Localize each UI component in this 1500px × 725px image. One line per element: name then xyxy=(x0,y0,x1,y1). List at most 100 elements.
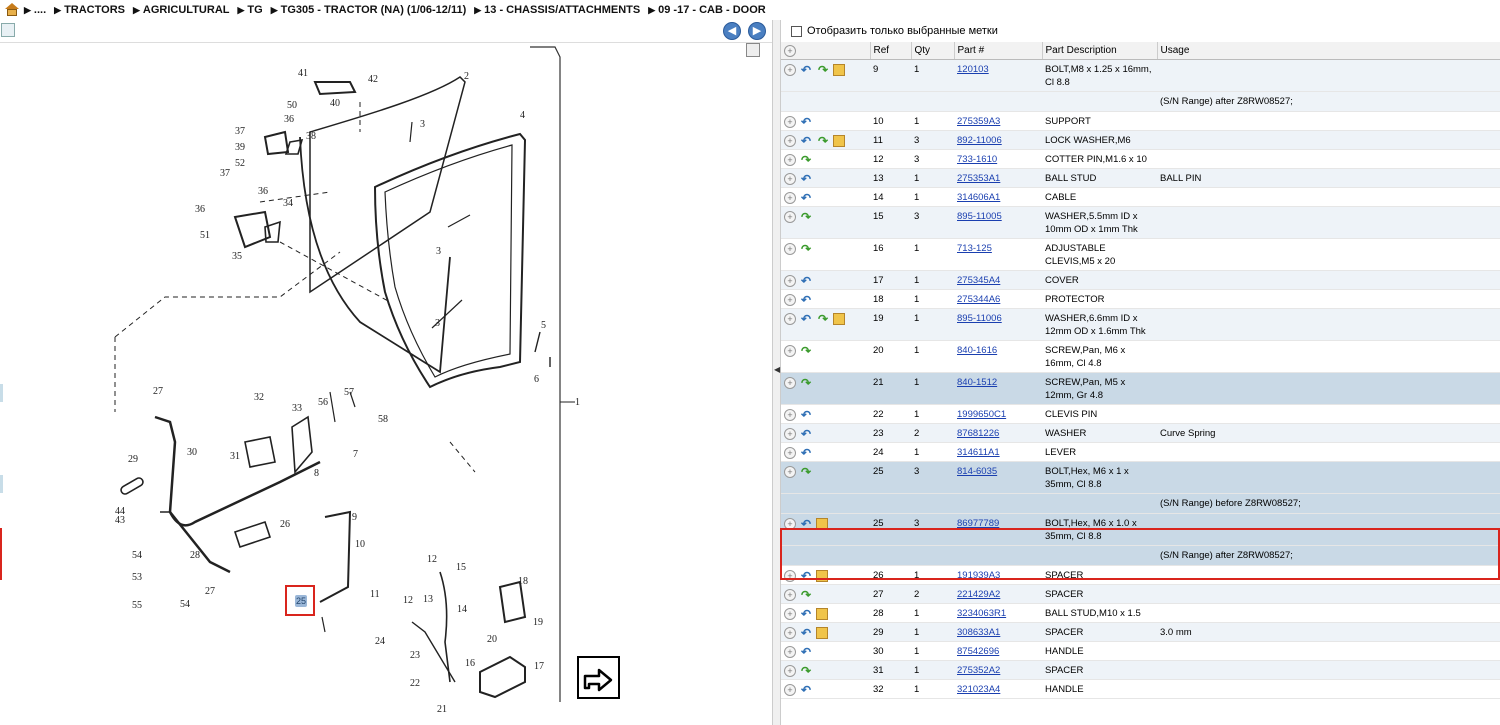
part-number-link[interactable]: 895-11005 xyxy=(957,211,1002,222)
expand-icon[interactable]: + xyxy=(784,64,796,76)
part-number-link[interactable]: 221429A2 xyxy=(957,589,1000,600)
part-number-link[interactable]: 275345A4 xyxy=(957,275,1000,286)
part-number-link[interactable]: 713-125 xyxy=(957,243,992,254)
return-arrow-icon[interactable]: ↶ xyxy=(799,518,813,530)
header-expand[interactable]: + xyxy=(781,42,871,60)
table-row[interactable]: + ↷ 16 1 713-125 ADJUSTABLE CLEVIS,M5 x 20 xyxy=(781,238,1500,271)
table-row[interactable]: + ↶ 23 2 87681226 WASHER Curve Spring xyxy=(781,423,1500,443)
expand-icon[interactable]: + xyxy=(784,518,796,530)
breadcrumb-label[interactable]: .... xyxy=(34,4,46,16)
table-row[interactable]: + ↶ 18 1 275344A6 PROTECTOR xyxy=(781,289,1500,309)
expand-icon[interactable]: + xyxy=(784,294,796,306)
table-row[interactable]: + ↷ 27 2 221429A2 SPACER xyxy=(781,584,1500,604)
return-arrow-icon[interactable]: ↶ xyxy=(799,570,813,582)
return-arrow-icon[interactable]: ↶ xyxy=(799,313,813,325)
part-number-link[interactable]: 840-1616 xyxy=(957,345,997,356)
part-number-link[interactable]: 86977789 xyxy=(957,518,999,529)
forward-arrow-icon[interactable]: ↷ xyxy=(799,377,813,389)
expand-icon[interactable]: + xyxy=(784,589,796,601)
part-number-link[interactable]: 275344A6 xyxy=(957,294,1000,305)
table-row[interactable]: + ↶ 14 1 314606A1 CABLE xyxy=(781,187,1500,207)
table-row[interactable]: + ↷ 21 1 840-1512 SCREW,Pan, M5 x 12mm, Gr 4.… xyxy=(781,372,1500,405)
expand-icon[interactable]: + xyxy=(784,608,796,620)
expand-icon[interactable]: + xyxy=(784,173,796,185)
package-icon[interactable] xyxy=(833,64,845,76)
previous-button[interactable]: ◀ xyxy=(723,22,741,40)
return-arrow-icon[interactable]: ↶ xyxy=(799,64,813,76)
expand-icon[interactable]: + xyxy=(784,116,796,128)
part-number-link[interactable]: 814-6035 xyxy=(957,466,997,477)
breadcrumb-item[interactable]: ▶ AGRICULTURAL xyxy=(133,4,229,16)
breadcrumb-label[interactable]: TG305 - TRACTOR (NA) (1/06-12/11) xyxy=(281,4,467,16)
expand-icon[interactable]: + xyxy=(784,627,796,639)
next-button[interactable]: ▶ xyxy=(748,22,766,40)
table-row[interactable]: + ↷ 12 3 733-1610 COTTER PIN,M1.6 x 10 xyxy=(781,149,1500,169)
expand-icon[interactable]: + xyxy=(784,243,796,255)
part-number-link[interactable]: 840-1512 xyxy=(957,377,997,388)
expand-icon[interactable]: + xyxy=(784,646,796,658)
part-number-link[interactable]: 120103 xyxy=(957,64,989,75)
exploded-parts-diagram[interactable]: 414240 50236 37 3839 5234 373636 345135 3… xyxy=(30,42,730,725)
export-icon[interactable] xyxy=(1,23,15,37)
header-part-number[interactable]: Part # xyxy=(954,42,1043,60)
part-number-link[interactable]: 733-1610 xyxy=(957,154,997,165)
expand-icon[interactable]: + xyxy=(784,377,796,389)
exit-arrow-icon[interactable] xyxy=(577,656,620,699)
part-number-link[interactable]: 87681226 xyxy=(957,428,999,439)
part-number-link[interactable]: 191939A3 xyxy=(957,570,1000,581)
return-arrow-icon[interactable]: ↶ xyxy=(799,192,813,204)
expand-icon[interactable]: + xyxy=(784,428,796,440)
table-row[interactable]: + ↶ 25 3 86977789 BOLT,Hex, M6 x 1.0 x 35mm, … xyxy=(781,513,1500,546)
breadcrumb-label[interactable]: TRACTORS xyxy=(64,4,125,16)
part-number-link[interactable]: 314611A1 xyxy=(957,447,1000,458)
return-arrow-icon[interactable]: ↶ xyxy=(799,135,813,147)
expand-icon[interactable]: + xyxy=(784,345,796,357)
collapse-arrow-icon[interactable]: ◀ xyxy=(774,365,780,374)
return-arrow-icon[interactable]: ↶ xyxy=(799,116,813,128)
table-row[interactable]: + ↶ ↷ 9 1 120103 BOLT,M8 x 1.25 x 16mm, Cl 8.8 xyxy=(781,59,1500,92)
forward-arrow-icon[interactable]: ↷ xyxy=(799,154,813,166)
expand-icon[interactable]: + xyxy=(784,275,796,287)
header-usage[interactable]: Usage xyxy=(1157,42,1500,60)
panel-splitter[interactable]: ◀ xyxy=(772,20,781,725)
home-icon[interactable] xyxy=(4,3,20,17)
return-arrow-icon[interactable]: ↶ xyxy=(799,275,813,287)
part-number-link[interactable]: 314606A1 xyxy=(957,192,1000,203)
return-arrow-icon[interactable]: ↶ xyxy=(799,428,813,440)
breadcrumb-label[interactable]: TG xyxy=(247,4,262,16)
forward-arrow-icon[interactable]: ↷ xyxy=(799,345,813,357)
return-arrow-icon[interactable]: ↶ xyxy=(799,684,813,696)
table-row[interactable]: + ↶ 26 1 191939A3 SPACER xyxy=(781,565,1500,585)
expand-icon[interactable]: + xyxy=(784,570,796,582)
return-arrow-icon[interactable]: ↶ xyxy=(799,409,813,421)
breadcrumb-item[interactable]: ▶ TG xyxy=(237,4,262,16)
return-arrow-icon[interactable]: ↶ xyxy=(799,294,813,306)
table-row[interactable]: + ↷ 31 1 275352A2 SPACER xyxy=(781,660,1500,680)
part-number-link[interactable]: 1999650C1 xyxy=(957,409,1006,420)
return-arrow-icon[interactable]: ↶ xyxy=(799,447,813,459)
expand-icon[interactable]: + xyxy=(784,154,796,166)
table-row[interactable]: + ↶ 28 1 3234063R1 BALL STUD,M10 x 1.5 xyxy=(781,603,1500,623)
package-icon[interactable] xyxy=(833,135,845,147)
part-number-link[interactable]: 3234063R1 xyxy=(957,608,1006,619)
header-qty[interactable]: Qty xyxy=(911,42,955,60)
breadcrumb-label[interactable]: AGRICULTURAL xyxy=(143,4,230,16)
forward-arrow-icon[interactable]: ↷ xyxy=(799,243,813,255)
expand-icon[interactable]: + xyxy=(784,211,796,223)
breadcrumb-item[interactable]: ▶ 13 - CHASSIS/ATTACHMENTS xyxy=(474,4,640,16)
return-arrow-icon[interactable]: ↶ xyxy=(799,608,813,620)
table-row[interactable]: + ↷ 20 1 840-1616 SCREW,Pan, M6 x 16mm, Cl 4.… xyxy=(781,340,1500,373)
package-icon[interactable] xyxy=(816,627,828,639)
package-icon[interactable] xyxy=(816,518,828,530)
breadcrumb-item[interactable]: ▶.... xyxy=(24,4,46,16)
part-number-link[interactable]: 892-11006 xyxy=(957,135,1002,146)
table-row[interactable]: + ↷ 15 3 895-11005 WASHER,5.5mm ID x 10mm OD … xyxy=(781,206,1500,239)
expand-icon[interactable]: + xyxy=(784,192,796,204)
expand-icon[interactable]: + xyxy=(784,135,796,147)
header-part-description[interactable]: Part Description xyxy=(1042,42,1158,60)
table-row[interactable]: + ↶ 17 1 275345A4 COVER xyxy=(781,270,1500,290)
part-number-link[interactable]: 275352A2 xyxy=(957,665,1000,676)
return-arrow-icon[interactable]: ↶ xyxy=(799,173,813,185)
forward-arrow-icon[interactable]: ↷ xyxy=(799,211,813,223)
table-row[interactable]: + ↶ 10 1 275359A3 SUPPORT xyxy=(781,111,1500,131)
